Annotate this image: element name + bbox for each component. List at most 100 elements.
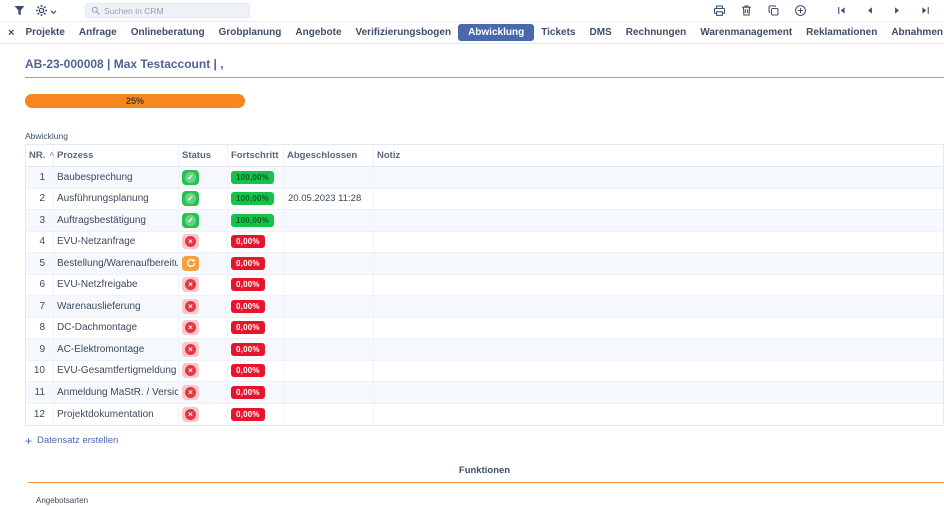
table-row[interactable]: 6EVU-Netzfreigabe× 0,00%: [26, 275, 943, 297]
table-row[interactable]: 5Bestellung/Warenaufbereitung0,00%: [26, 253, 943, 275]
progress-badge: 0,00%: [231, 321, 265, 334]
process-table: NR.^Prozess Status Fortschritt Abgeschlosse…: [25, 144, 944, 426]
status-open-badge[interactable]: ×: [182, 342, 199, 357]
table-row[interactable]: 8DC-Dachmontage×0,00%: [26, 318, 943, 340]
tab-projekte[interactable]: Projekte: [18, 25, 71, 40]
tab-reklamationen[interactable]: Reklamationen: [799, 25, 884, 40]
x-circle-icon: ×: [185, 387, 196, 398]
crm-search[interactable]: [85, 3, 250, 18]
trash-icon[interactable]: [737, 2, 755, 20]
cell-abgeschlossen: [284, 382, 374, 403]
cell-notiz: [374, 275, 943, 296]
close-icon[interactable]: ×: [4, 27, 18, 39]
plus-circle-icon[interactable]: [791, 2, 809, 20]
cell-nr: 2: [26, 189, 54, 210]
cell-notiz: [374, 382, 943, 403]
settings-menu[interactable]: [32, 2, 57, 20]
cell-abgeschlossen: 20.05.2023 11:28: [284, 189, 374, 210]
table-row[interactable]: 3Auftragsbestätigung✓100,00%: [26, 210, 943, 232]
table-row[interactable]: 2Ausführungsplanung✓ 100,00%20.05.2023 11…: [26, 189, 943, 211]
table-row[interactable]: 1Baubesprechung✓100,00%: [26, 167, 943, 189]
status-done-badge[interactable]: ✓: [182, 170, 199, 185]
column-header-label: NR.: [29, 150, 45, 161]
tab-onlineberatung[interactable]: Onlineberatung: [124, 25, 212, 40]
tab-tickets[interactable]: Tickets: [534, 25, 582, 40]
first-page-icon[interactable]: [832, 2, 850, 20]
cell-prozess: Ausführungsplanung: [54, 189, 179, 210]
cell-fortschritt: 100,00%: [228, 189, 284, 210]
add-record-button[interactable]: + Datensatz erstellen: [25, 435, 118, 446]
column-header-prozess[interactable]: Prozess: [54, 145, 179, 166]
column-header-label: Abgeschlossen: [287, 150, 357, 161]
cell-status: [179, 253, 228, 274]
x-circle-icon: ×: [185, 409, 196, 420]
tab-dms[interactable]: DMS: [583, 25, 619, 40]
status-in-progress-badge[interactable]: [182, 256, 199, 271]
table-header-row: NR.^Prozess Status Fortschritt Abgeschlosse…: [26, 145, 943, 167]
cell-nr: 6: [26, 275, 54, 296]
tab-abwicklung[interactable]: Abwicklung: [458, 24, 534, 41]
table-row[interactable]: 4EVU-Netzanfrage×0,00%: [26, 232, 943, 254]
cell-notiz: [374, 361, 943, 382]
column-header-label: Prozess: [57, 150, 93, 161]
column-header-label: Status: [182, 150, 211, 161]
cell-status: ✓: [179, 189, 228, 210]
column-header-status[interactable]: Status: [179, 145, 228, 166]
cell-notiz: [374, 253, 943, 274]
status-open-badge[interactable]: ×: [182, 234, 199, 249]
tab-anfrage[interactable]: Anfrage: [72, 25, 124, 40]
check-icon: ✓: [185, 172, 196, 183]
status-open-badge[interactable]: ×: [182, 385, 199, 400]
cell-nr: 9: [26, 339, 54, 360]
tab-verifizierungsbogen[interactable]: Verifizierungsbogen: [349, 25, 459, 40]
cell-prozess: EVU-Netzfreigabe: [54, 275, 179, 296]
cell-status: ✓: [179, 210, 228, 231]
status-open-badge[interactable]: ×: [182, 277, 199, 292]
table-row[interactable]: 9AC-Elektromontage×0,00%: [26, 339, 943, 361]
cell-prozess: Anmeldung MaStR. / Versicherung: [54, 382, 179, 403]
column-header-notiz[interactable]: Notiz: [374, 145, 943, 166]
status-done-badge[interactable]: ✓: [182, 213, 199, 228]
cell-status: ×: [179, 339, 228, 360]
progress-badge: 0,00%: [231, 408, 265, 421]
tab-abnahmen[interactable]: Abnahmen: [884, 25, 944, 40]
tab-angebote[interactable]: Angebote: [288, 25, 348, 40]
cell-status: ×: [179, 275, 228, 296]
cell-nr: 7: [26, 296, 54, 317]
column-header-label: Fortschritt: [231, 150, 279, 161]
filter-icon[interactable]: [10, 2, 28, 20]
table-row[interactable]: 7Warenauslieferung×0,00%: [26, 296, 943, 318]
progress-badge: 100,00%: [231, 171, 274, 184]
status-open-badge[interactable]: ×: [182, 299, 199, 314]
prev-page-icon[interactable]: [860, 2, 878, 20]
status-open-badge[interactable]: ×: [182, 407, 199, 422]
gear-icon[interactable]: [32, 2, 50, 20]
progress-badge: 0,00%: [231, 278, 265, 291]
status-done-badge[interactable]: ✓: [182, 191, 199, 206]
sync-icon: [185, 258, 196, 269]
chevron-down-icon: [50, 2, 57, 20]
tab-warenmanagement[interactable]: Warenmanagement: [693, 25, 799, 40]
status-open-badge[interactable]: ×: [182, 363, 199, 378]
search-input[interactable]: [104, 6, 244, 16]
table-row[interactable]: 12Projektdokumentation×0,00%: [26, 404, 943, 426]
status-open-badge[interactable]: ×: [182, 320, 199, 335]
table-row[interactable]: 10EVU-Gesamtfertigmeldung×0,00%: [26, 361, 943, 383]
printer-icon[interactable]: [710, 2, 728, 20]
table-row[interactable]: 11Anmeldung MaStR. / Versicherung×0,00%: [26, 382, 943, 404]
tab-rechnungen[interactable]: Rechnungen: [619, 25, 694, 40]
progress-fill: 25%: [25, 94, 245, 108]
next-page-icon[interactable]: [888, 2, 906, 20]
x-circle-icon: ×: [185, 344, 196, 355]
cell-nr: 12: [26, 404, 54, 426]
cell-notiz: [374, 167, 943, 188]
column-header-abgeschlossen[interactable]: Abgeschlossen: [284, 145, 374, 166]
column-header-nr-[interactable]: NR.^: [26, 145, 54, 166]
tab-grobplanung[interactable]: Grobplanung: [212, 25, 289, 40]
last-page-icon[interactable]: [916, 2, 934, 20]
column-header-fortschritt[interactable]: Fortschritt: [228, 145, 284, 166]
record-title: AB-23-000008 | Max Testaccount | ,: [25, 57, 944, 71]
copy-icon[interactable]: [764, 2, 782, 20]
cell-prozess: Baubesprechung: [54, 167, 179, 188]
progress-badge: 0,00%: [231, 235, 265, 248]
